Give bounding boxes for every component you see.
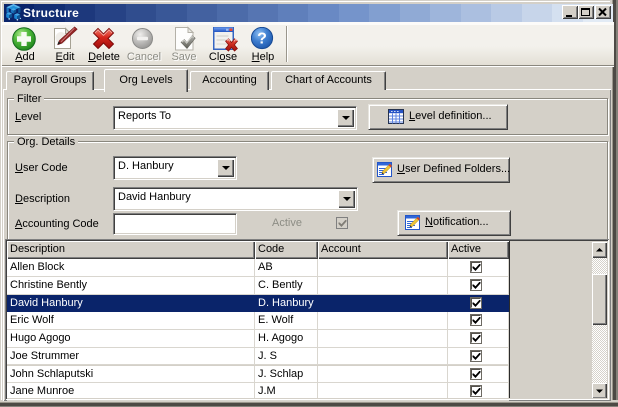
svg-text:?: ? bbox=[257, 31, 267, 48]
